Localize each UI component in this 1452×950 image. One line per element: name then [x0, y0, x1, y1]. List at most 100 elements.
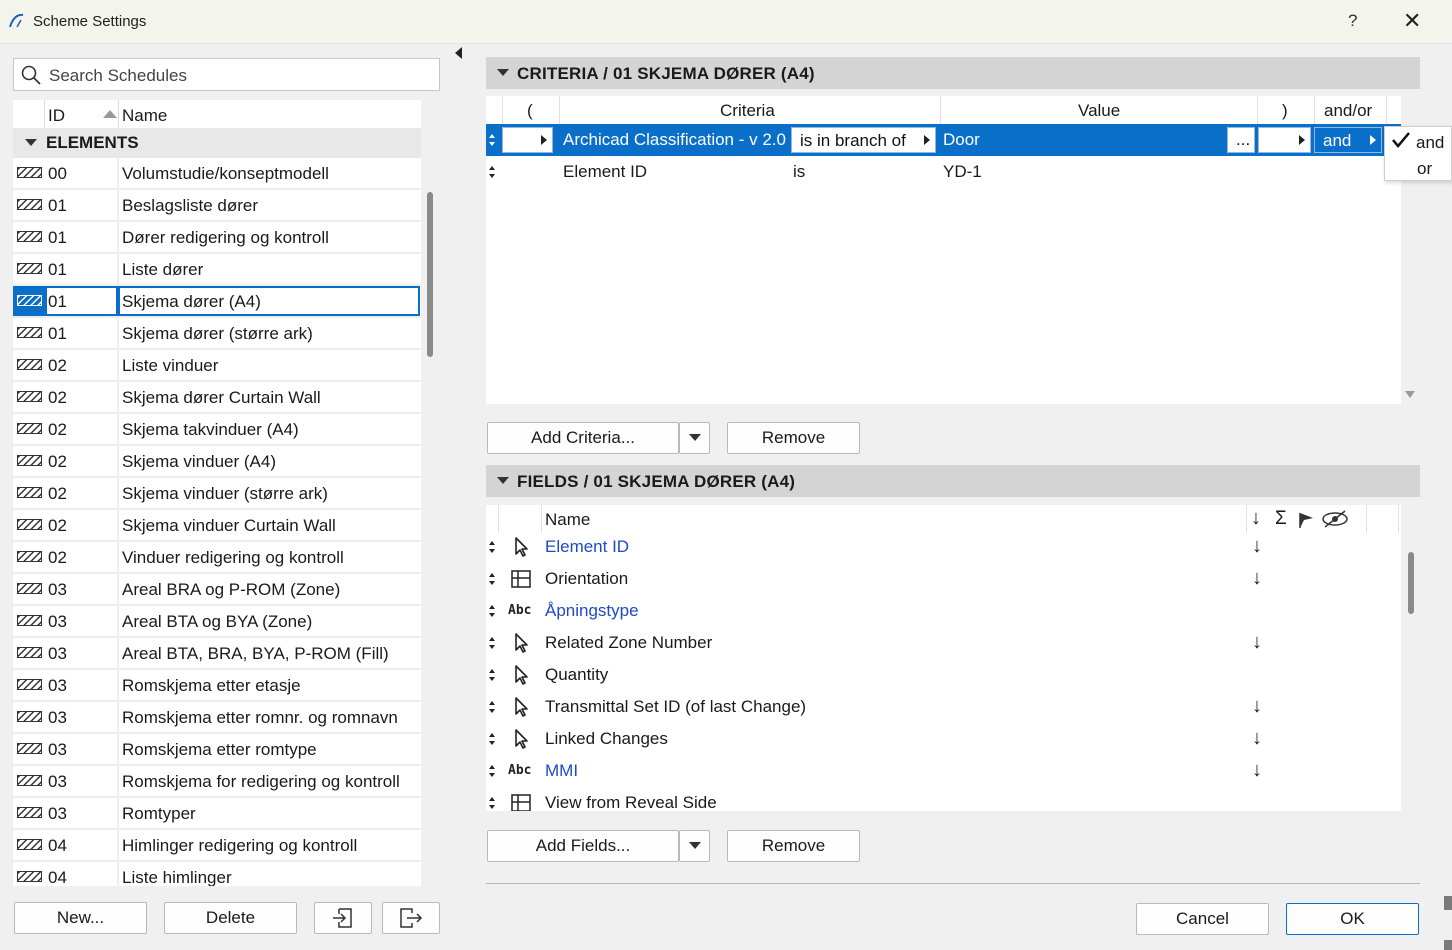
- list-item[interactable]: 01 Dører redigering og kontroll: [13, 222, 421, 254]
- schedule-name: Romskjema etter romnr. og romnavn: [122, 708, 398, 727]
- import-button[interactable]: [314, 902, 372, 934]
- drag-handle-icon[interactable]: [488, 635, 496, 651]
- add-fields-dropdown[interactable]: [679, 830, 710, 862]
- drag-handle-icon[interactable]: [488, 667, 496, 683]
- list-item[interactable]: 02 Skjema dører Curtain Wall: [13, 382, 421, 414]
- drag-handle-icon[interactable]: [488, 795, 496, 811]
- list-item[interactable]: 02 Skjema vinduer (A4): [13, 446, 421, 478]
- open-paren-popup[interactable]: [502, 127, 553, 153]
- ok-button[interactable]: OK: [1286, 903, 1419, 935]
- sort-indicator[interactable]: ↓: [1252, 695, 1262, 718]
- criteria-value[interactable]: YD-1: [943, 162, 982, 182]
- list-item[interactable]: 03 Romskjema etter etasje: [13, 670, 421, 702]
- column-header-name[interactable]: Name: [122, 106, 167, 126]
- criteria-value[interactable]: Door: [943, 130, 980, 150]
- group-elements[interactable]: ELEMENTS: [13, 128, 421, 158]
- list-scrollbar[interactable]: [427, 192, 433, 357]
- close-paren-popup[interactable]: [1258, 127, 1311, 153]
- criteria-row[interactable]: Archicad Classification - v 2.0 is in br…: [486, 124, 1401, 156]
- field-row[interactable]: Abc Åpningstype: [486, 595, 1401, 627]
- list-item[interactable]: 01 Beslagsliste dører: [13, 190, 421, 222]
- operator-popup[interactable]: is in branch of: [791, 127, 936, 153]
- field-row[interactable]: Orientation ↓: [486, 563, 1401, 595]
- search-input[interactable]: Search Schedules: [49, 66, 187, 86]
- schedule-id: 04: [48, 868, 67, 886]
- field-row[interactable]: Related Zone Number ↓: [486, 627, 1401, 659]
- list-item[interactable]: 01 Skjema dører (A4): [13, 286, 421, 318]
- list-item[interactable]: 01 Skjema dører (større ark): [13, 318, 421, 350]
- collapse-triangle-icon[interactable]: [497, 477, 509, 484]
- drag-handle-icon[interactable]: [488, 731, 496, 747]
- add-criteria-dropdown[interactable]: [679, 422, 710, 454]
- sort-indicator[interactable]: ↓: [1252, 535, 1262, 558]
- column-divider: [44, 100, 45, 128]
- column-header-id[interactable]: ID: [48, 106, 65, 126]
- list-item[interactable]: 01 Liste dører: [13, 254, 421, 286]
- criteria-table: ( Criteria Value ) and/or Archicad Class…: [486, 96, 1401, 404]
- column-divider: [117, 830, 119, 860]
- collapse-triangle-icon[interactable]: [497, 69, 509, 76]
- value-browse-button[interactable]: ...: [1227, 127, 1255, 153]
- criteria-name[interactable]: Element ID: [563, 162, 647, 182]
- collapse-triangle-icon[interactable]: [25, 139, 37, 146]
- field-row[interactable]: Abc MMI ↓: [486, 755, 1401, 787]
- drag-handle-icon[interactable]: [488, 539, 496, 555]
- scroll-down-icon[interactable]: [1405, 391, 1415, 398]
- help-button[interactable]: ?: [1348, 11, 1357, 31]
- list-item[interactable]: 03 Areal BTA og BYA (Zone): [13, 606, 421, 638]
- drag-handle-icon[interactable]: [488, 763, 496, 779]
- drag-handle-icon[interactable]: [488, 132, 496, 148]
- fields-section-header[interactable]: FIELDS / 01 SKJEMA DØRER (A4): [486, 465, 1420, 497]
- criteria-section-header[interactable]: CRITERIA / 01 SKJEMA DØRER (A4): [486, 57, 1420, 89]
- schedule-hatch-icon: [17, 647, 42, 658]
- cancel-button[interactable]: Cancel: [1136, 903, 1269, 935]
- list-item[interactable]: 02 Skjema vinduer (større ark): [13, 478, 421, 510]
- field-row[interactable]: Element ID ↓: [486, 531, 1401, 563]
- list-item[interactable]: 03 Romtyper: [13, 798, 421, 830]
- list-item[interactable]: 03 Areal BTA, BRA, BYA, P-ROM (Fill): [13, 638, 421, 670]
- list-item[interactable]: 03 Romskjema etter romtype: [13, 734, 421, 766]
- andor-popup[interactable]: and: [1314, 127, 1382, 153]
- criteria-row[interactable]: Element ID is YD-1: [486, 156, 1401, 188]
- remove-fields-button[interactable]: Remove: [727, 830, 860, 862]
- add-criteria-button[interactable]: Add Criteria...: [487, 422, 679, 454]
- list-item[interactable]: 00 Volumstudie/konseptmodell: [13, 158, 421, 190]
- list-item[interactable]: 02 Liste vinduer: [13, 350, 421, 382]
- criteria-name[interactable]: Archicad Classification - v 2.0: [563, 130, 786, 150]
- close-button[interactable]: ✕: [1403, 8, 1421, 34]
- search-box[interactable]: Search Schedules: [13, 58, 440, 91]
- drag-handle-icon[interactable]: [488, 603, 496, 619]
- field-row[interactable]: Transmittal Set ID (of last Change) ↓: [486, 691, 1401, 723]
- list-item[interactable]: 02 Skjema vinduer Curtain Wall: [13, 510, 421, 542]
- list-item[interactable]: 02 Skjema takvinduer (A4): [13, 414, 421, 446]
- new-button[interactable]: New...: [14, 902, 147, 934]
- add-fields-button[interactable]: Add Fields...: [487, 830, 679, 862]
- list-item[interactable]: 03 Areal BRA og P-ROM (Zone): [13, 574, 421, 606]
- drag-handle-icon[interactable]: [488, 164, 496, 180]
- field-row[interactable]: Linked Changes ↓: [486, 723, 1401, 755]
- sort-indicator[interactable]: ↓: [1252, 727, 1262, 750]
- collapse-panel-icon[interactable]: [455, 47, 462, 59]
- list-item[interactable]: 02 Vinduer redigering og kontroll: [13, 542, 421, 574]
- ellipsis-label: ...: [1236, 130, 1251, 149]
- menu-item-and[interactable]: and: [1416, 133, 1444, 153]
- list-item[interactable]: 03 Romskjema for redigering og kontroll: [13, 766, 421, 798]
- drag-handle-icon[interactable]: [488, 571, 496, 587]
- list-item[interactable]: 04 Himlinger redigering og kontroll: [13, 830, 421, 862]
- criteria-operator[interactable]: is: [793, 162, 805, 182]
- field-row[interactable]: Quantity: [486, 659, 1401, 691]
- list-item[interactable]: 04 Liste himlinger: [13, 862, 421, 886]
- sort-indicator[interactable]: ↓: [1252, 631, 1262, 654]
- schedule-id: 03: [48, 772, 67, 791]
- export-button[interactable]: [382, 902, 440, 934]
- list-item[interactable]: 03 Romskjema etter romnr. og romnavn: [13, 702, 421, 734]
- remove-criteria-button[interactable]: Remove: [727, 422, 860, 454]
- sort-indicator[interactable]: ↓: [1252, 567, 1262, 590]
- drag-handle-icon[interactable]: [488, 699, 496, 715]
- sort-indicator[interactable]: ↓: [1252, 759, 1262, 782]
- flag-icon: [1299, 513, 1313, 528]
- menu-item-or[interactable]: or: [1417, 159, 1432, 179]
- field-row[interactable]: View from Reveal Side: [486, 787, 1401, 811]
- fields-scrollbar[interactable]: [1408, 552, 1414, 614]
- delete-button[interactable]: Delete: [164, 902, 297, 934]
